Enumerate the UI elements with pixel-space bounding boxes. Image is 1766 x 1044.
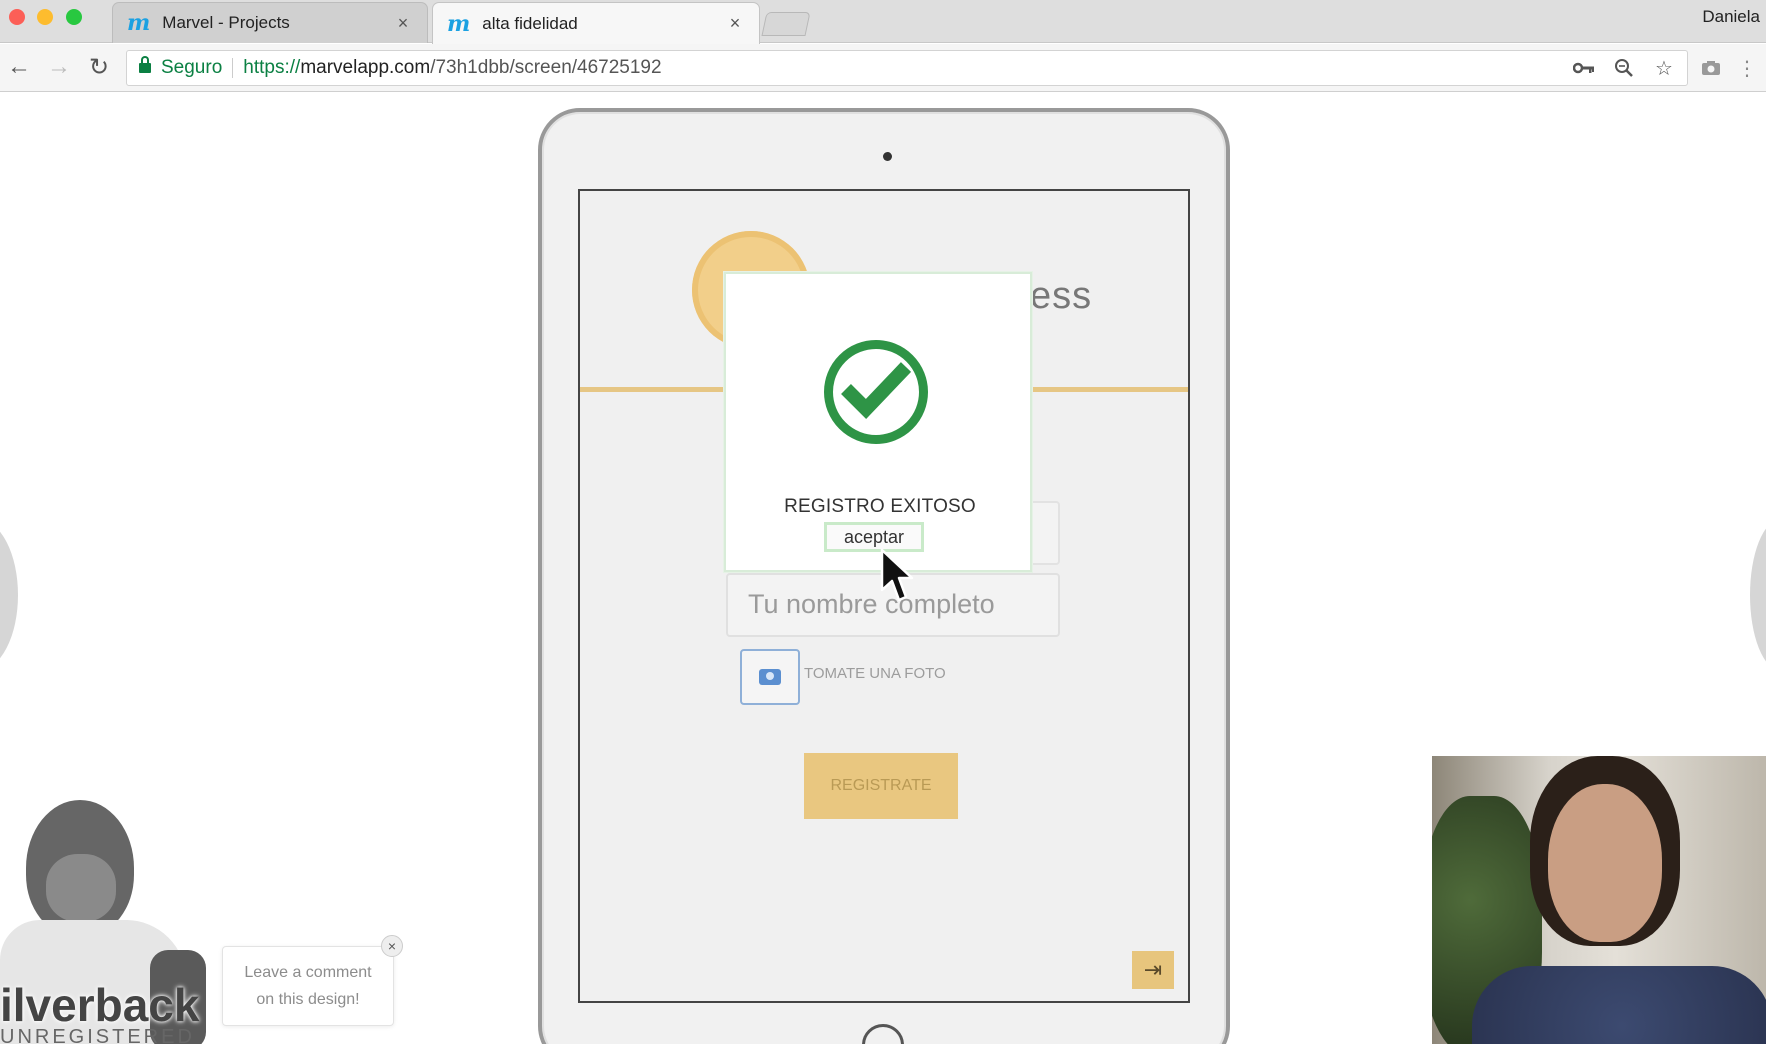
reload-icon[interactable]: ↻ [84,52,114,82]
minimize-window-button[interactable] [37,9,53,25]
address-bar[interactable]: Seguro https://marvelapp.com/73h1dbb/scr… [126,50,1688,86]
silverback-watermark: ilverback UNREGISTERED [0,800,220,1044]
back-icon[interactable]: ← [4,52,34,82]
success-modal: REGISTRO EXITOSO aceptar [724,272,1032,572]
comment-close-button[interactable]: × [381,935,403,957]
url-host: marvelapp.com [300,57,431,78]
url-text[interactable]: https://marvelapp.com/73h1dbb/screen/467… [243,57,661,79]
url-path: /73h1dbb/screen/46725192 [430,57,662,78]
register-button[interactable]: REGISTRATE [804,753,958,819]
camera-extension-icon[interactable] [1700,54,1722,82]
tab-close-button[interactable]: × [725,13,745,34]
marvel-logo-icon: m [447,10,471,37]
screen-stage: m Marvel - Projects × m alta fidelidad ×… [0,0,1766,1044]
modal-title: REGISTRO EXITOSO [784,496,976,517]
exit-icon[interactable]: ⇥ [1132,951,1174,989]
comment-line-1: Leave a comment [244,964,372,981]
webcam-person-shirt [1472,966,1766,1044]
check-circle-icon [824,340,928,444]
tab-title: Marvel - Projects [162,13,290,32]
gorilla-face [46,854,116,922]
tab-alta-fidelidad[interactable]: m alta fidelidad × [432,2,760,44]
app-logo-text: ess [1030,275,1093,317]
ipad-home-button[interactable] [862,1024,904,1044]
menu-icon[interactable]: ⋮ [1736,54,1758,82]
webcam-person-face [1548,784,1662,942]
tab-marvel-projects[interactable]: m Marvel - Projects × [112,2,428,43]
browser-toolbar: ← → ↻ Seguro https://marvelapp.com/73h1d… [0,44,1766,92]
omnibox-icons: ☆ [1573,55,1675,81]
key-icon[interactable] [1573,55,1595,81]
tab-close-button[interactable]: × [393,13,413,34]
ipad-camera [883,152,892,161]
close-window-button[interactable] [9,9,25,25]
forward-icon[interactable]: → [44,52,74,82]
profile-name[interactable]: Daniela [1702,7,1760,27]
browser-titlebar: m Marvel - Projects × m alta fidelidad ×… [0,0,1766,44]
take-photo-button[interactable] [740,649,800,705]
webcam-overlay [1432,756,1766,1044]
silverback-brand: ilverback [0,979,200,1031]
zoom-icon[interactable] [1613,55,1635,81]
next-screen-arrow[interactable] [1750,520,1766,670]
mouse-cursor-icon [880,548,914,602]
comment-line-2: on this design! [256,991,360,1008]
maximize-window-button[interactable] [66,9,82,25]
unregistered-label: UNREGISTERED [0,1026,195,1044]
take-photo-label: TOMATE UNA FOTO [804,665,946,682]
url-divider [232,58,234,78]
previous-screen-arrow[interactable] [0,520,18,670]
extension-icons: ⋮ [1700,54,1758,82]
star-icon[interactable]: ☆ [1653,55,1675,81]
tab-title: alta fidelidad [482,13,578,33]
camera-icon [759,669,781,685]
url-protocol: https:// [243,57,301,78]
secure-label: Seguro [161,57,223,78]
marvel-logo-icon: m [127,10,151,36]
lock-icon [139,56,151,74]
comment-prompt[interactable]: Leave a comment on this design! [222,946,394,1026]
new-tab-button[interactable] [761,12,811,36]
